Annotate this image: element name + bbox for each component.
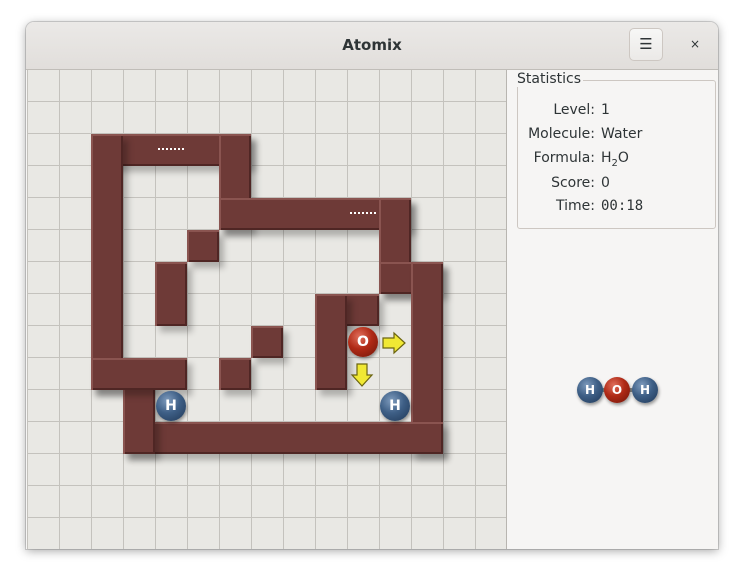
wall bbox=[219, 358, 251, 390]
formula-h: H bbox=[601, 150, 612, 166]
wall-marker bbox=[158, 148, 184, 153]
time-value: 00:18 bbox=[601, 198, 644, 214]
wall bbox=[251, 326, 283, 358]
preview-atom-hydrogen: H bbox=[632, 377, 658, 403]
close-button[interactable]: × bbox=[681, 30, 709, 58]
preview-atom-hydrogen: H bbox=[577, 377, 603, 403]
score-value: 0 bbox=[601, 175, 610, 191]
atomix-window: Atomix ☰ × O H H Statistics Level: 1 Mol… bbox=[26, 22, 718, 549]
formula-label: Formula: bbox=[533, 150, 595, 166]
formula-value: H2O bbox=[601, 150, 629, 169]
wall bbox=[91, 358, 187, 390]
level-label: Level: bbox=[553, 102, 595, 118]
menu-button[interactable]: ☰ bbox=[629, 28, 663, 61]
time-label: Time: bbox=[556, 198, 595, 214]
wall bbox=[187, 230, 219, 262]
atom-hydrogen[interactable]: H bbox=[380, 391, 410, 421]
atom-oxygen[interactable]: O bbox=[348, 327, 378, 357]
arrow-down-icon[interactable] bbox=[349, 362, 375, 388]
atom-hydrogen[interactable]: H bbox=[156, 391, 186, 421]
wall-marker bbox=[350, 212, 376, 217]
wall bbox=[315, 294, 347, 390]
molecule-label: Molecule: bbox=[528, 126, 595, 142]
level-value: 1 bbox=[601, 102, 610, 118]
wall bbox=[123, 422, 443, 454]
preview-atom-oxygen: O bbox=[604, 377, 630, 403]
formula-o: O bbox=[617, 150, 629, 166]
arrow-right-icon[interactable] bbox=[381, 330, 407, 356]
molecule-value: Water bbox=[601, 126, 643, 142]
wall bbox=[91, 134, 123, 390]
game-board[interactable]: O H H bbox=[27, 70, 507, 549]
score-label: Score: bbox=[551, 175, 595, 191]
molecule-preview: H O H bbox=[575, 375, 665, 405]
statistics-title: Statistics bbox=[515, 71, 583, 87]
wall bbox=[155, 262, 187, 326]
header-bar: Atomix ☰ × bbox=[26, 22, 718, 70]
window-title: Atomix bbox=[342, 36, 402, 54]
